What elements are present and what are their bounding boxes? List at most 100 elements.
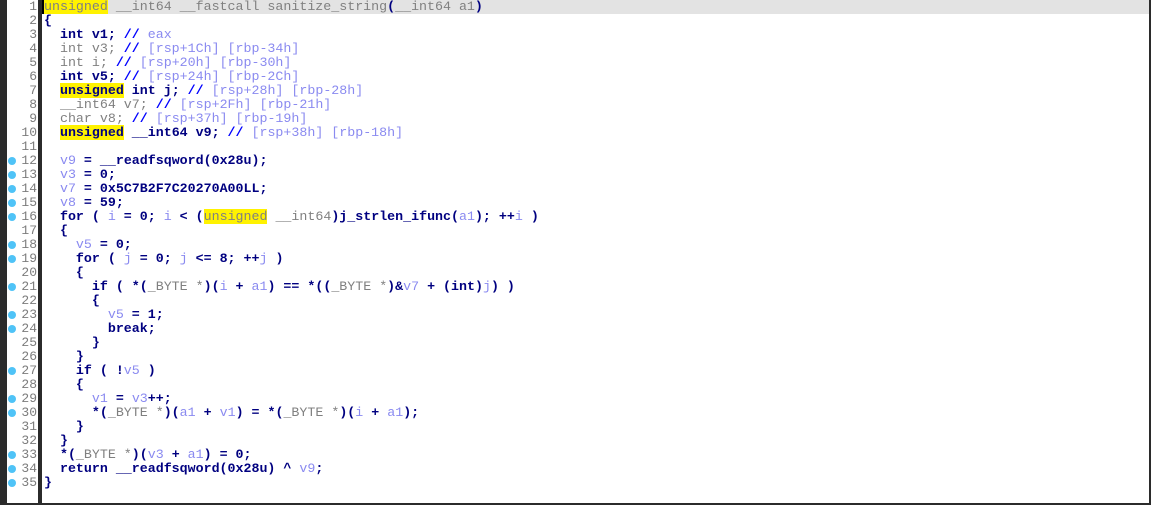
code-line[interactable]: 18 v5 = 0; bbox=[0, 238, 1149, 252]
code-line[interactable]: 30 *(_BYTE *)(a1 + v1) = *(_BYTE *)(i + … bbox=[0, 406, 1149, 420]
code-text[interactable]: v8 = 59; bbox=[42, 196, 1149, 210]
code-line[interactable]: 32 } bbox=[0, 434, 1149, 448]
code-token[interactable]: } bbox=[44, 335, 100, 350]
code-line[interactable]: 34 return __readfsqword(0x28u) ^ v9; bbox=[0, 462, 1149, 476]
code-token[interactable]: ) = *( bbox=[236, 405, 284, 420]
code-token[interactable]: = 0; bbox=[76, 167, 116, 182]
variable-token[interactable]: i bbox=[164, 209, 172, 224]
code-token[interactable]: )j_strlen_ifunc( bbox=[331, 209, 459, 224]
code-line[interactable]: 5 int i; // [rsp+20h] [rbp-30h] bbox=[0, 56, 1149, 70]
code-token[interactable]: __int64 a1 bbox=[395, 0, 475, 14]
code-text[interactable]: { bbox=[42, 266, 1149, 280]
code-line[interactable]: 4 int v3; // [rsp+1Ch] [rbp-34h] bbox=[0, 42, 1149, 56]
code-text[interactable]: v5 = 1; bbox=[42, 308, 1149, 322]
code-token[interactable] bbox=[44, 125, 60, 140]
code-token[interactable]: ); bbox=[403, 405, 419, 420]
code-token[interactable]: ) ) bbox=[491, 279, 515, 294]
code-token[interactable]: *( bbox=[44, 447, 76, 462]
code-line[interactable]: 19 for ( j = 0; j <= 8; ++j ) bbox=[0, 252, 1149, 266]
code-token[interactable]: + bbox=[228, 279, 252, 294]
code-text[interactable]: } bbox=[42, 476, 1149, 490]
code-token[interactable]: = 0; bbox=[116, 209, 164, 224]
variable-token[interactable]: i bbox=[515, 209, 523, 224]
code-token[interactable]: { bbox=[44, 13, 52, 28]
variable-token[interactable]: v9 bbox=[60, 153, 76, 168]
code-token[interactable]: )( bbox=[132, 447, 148, 462]
code-token[interactable]: int j; bbox=[124, 83, 188, 98]
code-token[interactable]: + bbox=[164, 447, 188, 462]
code-token[interactable]: ) bbox=[523, 209, 539, 224]
code-line[interactable]: 31 } bbox=[0, 420, 1149, 434]
variable-token[interactable]: a1 bbox=[459, 209, 475, 224]
code-line[interactable]: 21 if ( *(_BYTE *)(i + a1) == *((_BYTE *… bbox=[0, 280, 1149, 294]
code-line[interactable]: 28 { bbox=[0, 378, 1149, 392]
code-token[interactable]: *( bbox=[44, 405, 108, 420]
code-token[interactable]: } bbox=[44, 349, 84, 364]
code-token[interactable]: int v3; bbox=[44, 41, 124, 56]
code-token[interactable]: int v5; bbox=[44, 69, 124, 84]
code-text[interactable]: return __readfsqword(0x28u) ^ v9; bbox=[42, 462, 1149, 476]
code-text[interactable]: v5 = 0; bbox=[42, 238, 1149, 252]
variable-token[interactable]: v3 bbox=[148, 447, 164, 462]
code-text[interactable]: __int64 v7; // [rsp+2Fh] [rbp-21h] bbox=[42, 98, 1149, 112]
code-text[interactable]: break; bbox=[42, 322, 1149, 336]
code-token[interactable]: = 0x5C7B2F7C20270A00LL; bbox=[76, 181, 268, 196]
code-token[interactable]: _BYTE * bbox=[76, 447, 132, 462]
code-text[interactable]: { bbox=[42, 294, 1149, 308]
code-token[interactable]: + bbox=[363, 405, 387, 420]
variable-token[interactable]: v1 bbox=[220, 405, 236, 420]
code-text[interactable]: unsigned __int64 __fastcall sanitize_str… bbox=[42, 0, 1149, 14]
code-token[interactable]: { bbox=[44, 377, 84, 392]
variable-token[interactable]: v5 bbox=[124, 363, 140, 378]
comment-token[interactable]: // bbox=[156, 97, 172, 112]
comment-token[interactable]: [rsp+20h] [rbp-30h] bbox=[132, 55, 292, 70]
code-token[interactable]: _BYTE * bbox=[331, 279, 387, 294]
code-text[interactable]: int v3; // [rsp+1Ch] [rbp-34h] bbox=[42, 42, 1149, 56]
code-line[interactable]: 14 v7 = 0x5C7B2F7C20270A00LL; bbox=[0, 182, 1149, 196]
code-line[interactable]: 9 char v8; // [rsp+37h] [rbp-19h] bbox=[0, 112, 1149, 126]
code-text[interactable]: if ( *(_BYTE *)(i + a1) == *((_BYTE *)&v… bbox=[42, 280, 1149, 294]
code-token[interactable] bbox=[44, 307, 108, 322]
code-token[interactable]: ( bbox=[387, 0, 395, 14]
code-token[interactable]: _BYTE * bbox=[148, 279, 204, 294]
code-token[interactable]: ) bbox=[267, 251, 283, 266]
code-line[interactable]: 7 unsigned int j; // [rsp+28h] [rbp-28h] bbox=[0, 83, 1149, 98]
code-line[interactable]: 23 v5 = 1; bbox=[0, 308, 1149, 322]
code-text[interactable]: int v5; // [rsp+24h] [rbp-2Ch] bbox=[42, 70, 1149, 84]
code-token[interactable] bbox=[44, 181, 60, 196]
code-text[interactable]: unsigned __int64 v9; // [rsp+38h] [rbp-1… bbox=[42, 125, 1149, 140]
code-text[interactable]: v1 = v3++; bbox=[42, 392, 1149, 406]
comment-token[interactable]: [rsp+37h] [rbp-19h] bbox=[148, 111, 308, 126]
code-token[interactable]: char v8; bbox=[44, 111, 132, 126]
code-line[interactable]: 1 unsigned __int64 __fastcall sanitize_st… bbox=[0, 0, 1149, 14]
code-token[interactable]: _BYTE * bbox=[108, 405, 164, 420]
highlighted-token[interactable]: unsigned bbox=[59, 125, 124, 140]
code-token[interactable]: int v1; bbox=[44, 27, 124, 42]
code-text[interactable]: { bbox=[42, 14, 1149, 28]
code-token[interactable]: )( bbox=[339, 405, 355, 420]
code-token[interactable]: __int64 __fastcall sanitize_string bbox=[108, 0, 387, 14]
code-text[interactable]: v9 = __readfsqword(0x28u); bbox=[42, 154, 1149, 168]
code-text[interactable]: int i; // [rsp+20h] [rbp-30h] bbox=[42, 56, 1149, 70]
code-text[interactable]: } bbox=[42, 434, 1149, 448]
code-text[interactable]: *(_BYTE *)(a1 + v1) = *(_BYTE *)(i + a1)… bbox=[42, 406, 1149, 420]
code-token[interactable]: < ( bbox=[172, 209, 204, 224]
comment-token[interactable]: [rsp+24h] [rbp-2Ch] bbox=[140, 69, 300, 84]
code-token[interactable] bbox=[44, 237, 76, 252]
code-token[interactable]: break; bbox=[44, 321, 156, 336]
code-line[interactable]: 24 break; bbox=[0, 322, 1149, 336]
comment-token[interactable]: // bbox=[124, 41, 140, 56]
code-line[interactable]: 35} bbox=[0, 476, 1149, 490]
code-text[interactable]: } bbox=[42, 420, 1149, 434]
comment-token[interactable]: [rsp+38h] [rbp-18h] bbox=[244, 125, 403, 140]
comment-token[interactable]: // bbox=[188, 83, 204, 98]
comment-token[interactable]: // bbox=[124, 69, 140, 84]
code-line[interactable]: 25 } bbox=[0, 336, 1149, 350]
code-token[interactable] bbox=[44, 83, 60, 98]
variable-token[interactable]: a1 bbox=[188, 447, 204, 462]
pseudocode-view[interactable]: 1 unsigned __int64 __fastcall sanitize_st… bbox=[0, 0, 1149, 490]
code-token[interactable]: ) bbox=[475, 0, 483, 14]
variable-token[interactable]: v5 bbox=[108, 307, 124, 322]
code-token[interactable]: )& bbox=[387, 279, 403, 294]
comment-token[interactable]: // bbox=[124, 27, 140, 42]
